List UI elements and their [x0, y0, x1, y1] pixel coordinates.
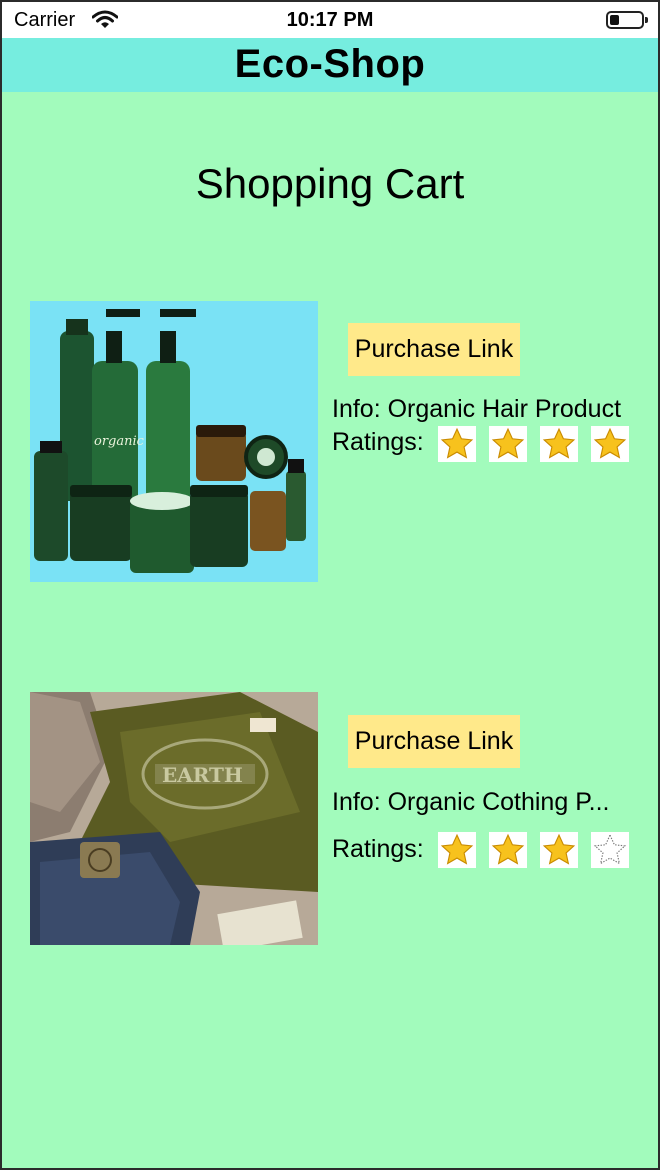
organic-clothing-image: EARTH	[30, 692, 318, 945]
page-title: Shopping Cart	[195, 160, 465, 207]
organic-bottles-image: organic	[30, 301, 318, 582]
app-screen: Carrier 10:17 PM Eco-Shop Shopping Cart	[0, 0, 660, 1170]
star-empty-icon	[591, 832, 629, 868]
star-filled-icon	[489, 426, 527, 462]
purchase-link-button[interactable]: Purchase Link	[348, 323, 520, 376]
product-image-clothing: EARTH	[30, 692, 318, 945]
app-title: Eco-Shop	[234, 42, 426, 86]
rating-stars	[438, 426, 629, 462]
purchase-link-button[interactable]: Purchase Link	[348, 715, 520, 768]
star-filled-icon	[540, 426, 578, 462]
status-time: 10:17 PM	[286, 9, 374, 31]
battery-tip	[645, 17, 648, 23]
status-bar: Carrier 10:17 PM	[2, 2, 658, 38]
product-brand-text: organic	[94, 434, 145, 449]
navigation-bar: Eco-Shop	[2, 38, 658, 92]
star-filled-icon	[438, 426, 476, 462]
star-filled-icon	[540, 832, 578, 868]
battery-icon	[606, 11, 648, 29]
ratings-label: Ratings:	[332, 835, 424, 863]
star-filled-icon	[438, 832, 476, 868]
product-image-hair: organic	[30, 301, 318, 582]
tshirt-print-text: EARTH	[162, 763, 243, 787]
product-info: Info: Organic Cothing P...	[332, 788, 610, 816]
star-filled-icon	[591, 426, 629, 462]
battery-level	[610, 15, 619, 25]
ratings-label: Ratings:	[332, 428, 424, 456]
star-filled-icon	[489, 832, 527, 868]
rating-stars	[438, 832, 629, 868]
product-info: Info: Organic Hair Product	[332, 395, 622, 423]
